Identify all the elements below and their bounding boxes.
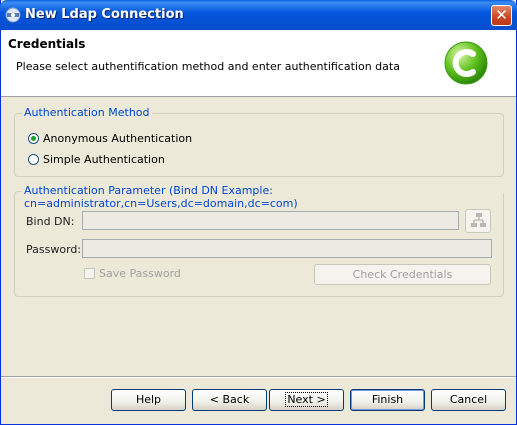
- finish-button-label: Finish: [371, 393, 404, 406]
- save-password-label: Save Password: [99, 267, 181, 280]
- footer-separator-highlight: [1, 377, 516, 378]
- password-input[interactable]: [82, 239, 492, 258]
- tree-icon: [471, 213, 486, 227]
- bind-dn-input[interactable]: [82, 211, 459, 230]
- auth-params-group: Authentication Parameter (Bind DN Exampl…: [14, 184, 504, 297]
- cancel-button[interactable]: Cancel: [431, 389, 506, 411]
- back-button-label: < Back: [209, 393, 250, 406]
- radio-simple[interactable]: Simple Authentication: [28, 151, 165, 167]
- check-credentials-button[interactable]: Check Credentials: [314, 264, 491, 285]
- radio-simple-label: Simple Authentication: [43, 152, 165, 166]
- auth-method-group: Authentication Method Anonymous Authenti…: [14, 106, 504, 177]
- help-button-label: Help: [135, 393, 162, 406]
- back-button[interactable]: < Back: [192, 389, 267, 411]
- save-password-box[interactable]: [84, 268, 95, 279]
- finish-button[interactable]: Finish: [350, 389, 425, 411]
- window-title: New Ldap Connection: [25, 7, 184, 22]
- auth-params-legend: Authentication Parameter (Bind DN Exampl…: [22, 184, 503, 210]
- radio-simple-indicator[interactable]: [28, 153, 39, 165]
- close-icon: ✕: [495, 6, 508, 24]
- title-bar[interactable]: New Ldap Connection ✕: [0, 0, 517, 30]
- wizard-header: Credentials Please select authentificati…: [1, 30, 516, 97]
- connection-logo-icon: [444, 41, 488, 85]
- close-button[interactable]: ✕: [491, 5, 512, 26]
- browse-dn-button[interactable]: [465, 209, 491, 233]
- cancel-button-label: Cancel: [449, 393, 488, 406]
- auth-method-legend: Authentication Method: [22, 106, 152, 119]
- bind-dn-label: Bind DN:: [26, 215, 75, 228]
- radio-anonymous-label: Anonymous Authentication: [43, 131, 193, 145]
- help-button[interactable]: Help: [111, 389, 186, 411]
- password-label: Password:: [26, 243, 82, 256]
- radio-anonymous[interactable]: Anonymous Authentication: [28, 130, 192, 146]
- save-password-checkbox[interactable]: Save Password: [84, 267, 181, 280]
- dialog-window: New Ldap Connection ✕ Credentials Please…: [0, 0, 517, 425]
- app-icon: [5, 7, 21, 23]
- page-title: Credentials: [8, 37, 86, 51]
- next-button-label: Next >: [285, 392, 328, 407]
- radio-anonymous-indicator[interactable]: [28, 132, 39, 144]
- page-description: Please select authentification method an…: [16, 60, 400, 73]
- next-button[interactable]: Next >: [269, 389, 344, 411]
